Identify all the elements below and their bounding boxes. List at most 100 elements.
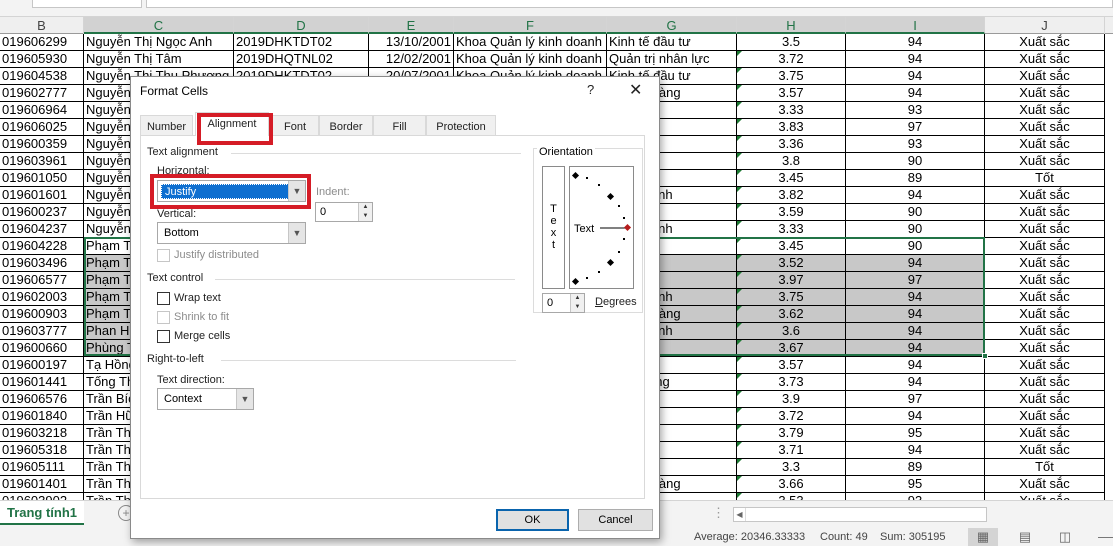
cell-i[interactable]: 95 <box>846 425 985 442</box>
cell-h[interactable]: 3.3 <box>737 459 846 476</box>
cell-j[interactable]: Xuất sắc <box>985 85 1105 102</box>
cell-i[interactable]: 94 <box>846 289 985 306</box>
cell-b[interactable]: 019603961 <box>0 153 84 170</box>
chevron-down-icon[interactable]: ▼ <box>236 389 253 409</box>
cell-j[interactable]: Xuất sắc <box>985 408 1105 425</box>
cell-h[interactable]: 3.9 <box>737 391 846 408</box>
cell-i[interactable]: 94 <box>846 340 985 357</box>
cancel-button[interactable]: Cancel <box>578 509 653 531</box>
cell-i[interactable]: 94 <box>846 442 985 459</box>
cell-i[interactable]: 89 <box>846 170 985 187</box>
cell-h[interactable]: 3.79 <box>737 425 846 442</box>
zoom-slider[interactable] <box>1098 537 1113 538</box>
cell-f[interactable]: Khoa Quản lý kinh doanh <box>454 51 607 68</box>
cell-b[interactable]: 019601401 <box>0 476 84 493</box>
cell-h[interactable]: 3.83 <box>737 119 846 136</box>
cell-h[interactable]: 3.45 <box>737 238 846 255</box>
ok-button[interactable]: OK <box>496 509 569 531</box>
cell-j[interactable]: Xuất sắc <box>985 272 1105 289</box>
cell-h[interactable]: 3.67 <box>737 340 846 357</box>
justify-distributed-checkbox[interactable] <box>157 249 170 262</box>
cell-b[interactable]: 019600359 <box>0 136 84 153</box>
cell-b[interactable]: 019600903 <box>0 306 84 323</box>
cell-b[interactable]: 019606964 <box>0 102 84 119</box>
cell-h[interactable]: 3.52 <box>737 255 846 272</box>
cell-j[interactable]: Xuất sắc <box>985 34 1105 51</box>
cell-j[interactable]: Xuất sắc <box>985 374 1105 391</box>
cell-j[interactable]: Xuất sắc <box>985 102 1105 119</box>
column-header-b[interactable]: B <box>0 17 84 34</box>
cell-j[interactable]: Xuất sắc <box>985 357 1105 374</box>
cell-b[interactable]: 019603902 <box>0 493 84 500</box>
cell-j[interactable]: Xuất sắc <box>985 493 1105 500</box>
cell-j[interactable]: Tốt <box>985 170 1105 187</box>
cell-i[interactable]: 94 <box>846 374 985 391</box>
cell-h[interactable]: 3.71 <box>737 442 846 459</box>
cell-h[interactable]: 3.8 <box>737 153 846 170</box>
cell-h[interactable]: 3.57 <box>737 85 846 102</box>
cell-d[interactable]: 2019DHQTNL02 <box>234 51 369 68</box>
cell-b[interactable]: 019605930 <box>0 51 84 68</box>
fill-handle[interactable] <box>982 353 988 359</box>
cell-j[interactable]: Xuất sắc <box>985 153 1105 170</box>
cell-j[interactable]: Xuất sắc <box>985 306 1105 323</box>
page-break-view-icon[interactable]: ◫ <box>1050 528 1080 546</box>
formula-input[interactable] <box>146 0 1113 8</box>
column-header-j[interactable]: J <box>985 17 1105 34</box>
cell-j[interactable]: Xuất sắc <box>985 187 1105 204</box>
cell-b[interactable]: 019605318 <box>0 442 84 459</box>
cell-i[interactable]: 90 <box>846 204 985 221</box>
cell-h[interactable]: 3.36 <box>737 136 846 153</box>
cell-j[interactable]: Xuất sắc <box>985 425 1105 442</box>
cell-i[interactable]: 94 <box>846 408 985 425</box>
cell-i[interactable]: 95 <box>846 476 985 493</box>
cell-i[interactable]: 90 <box>846 238 985 255</box>
cell-j[interactable]: Xuất sắc <box>985 289 1105 306</box>
cell-b[interactable]: 019602003 <box>0 289 84 306</box>
column-header-e[interactable]: E <box>369 17 454 34</box>
cell-i[interactable]: 94 <box>846 51 985 68</box>
vertical-text-button[interactable]: T e x t <box>542 166 565 289</box>
orientation-dial[interactable]: Text <box>569 166 634 289</box>
cell-i[interactable]: 94 <box>846 85 985 102</box>
vertical-select[interactable]: Bottom ▼ <box>157 222 306 244</box>
cell-h[interactable]: 3.75 <box>737 289 846 306</box>
cell-i[interactable]: 90 <box>846 221 985 238</box>
cell-b[interactable]: 019606025 <box>0 119 84 136</box>
cell-b[interactable]: 019605111 <box>0 459 84 476</box>
spin-arrows-icon[interactable]: ▲ ▼ <box>358 203 372 221</box>
cell-e[interactable]: 13/10/2001 <box>369 34 454 51</box>
cell-i[interactable]: 94 <box>846 357 985 374</box>
cell-i[interactable]: 97 <box>846 391 985 408</box>
cell-i[interactable]: 94 <box>846 306 985 323</box>
cell-j[interactable]: Xuất sắc <box>985 391 1105 408</box>
cell-b[interactable]: 019601441 <box>0 374 84 391</box>
indent-spinner[interactable]: 0 ▲ ▼ <box>315 202 373 222</box>
cell-i[interactable]: 94 <box>846 323 985 340</box>
cell-i[interactable]: 90 <box>846 153 985 170</box>
cell-h[interactable]: 3.5 <box>737 34 846 51</box>
cell-b[interactable]: 019601840 <box>0 408 84 425</box>
tab-border[interactable]: Border <box>319 115 373 135</box>
cell-i[interactable]: 94 <box>846 68 985 85</box>
cell-j[interactable]: Xuất sắc <box>985 119 1105 136</box>
cell-b[interactable]: 019600197 <box>0 357 84 374</box>
cell-i[interactable]: 93 <box>846 493 985 500</box>
cell-h[interactable]: 3.97 <box>737 272 846 289</box>
cell-i[interactable]: 93 <box>846 102 985 119</box>
close-icon[interactable]: ✕ <box>629 80 642 100</box>
cell-j[interactable]: Tốt <box>985 459 1105 476</box>
cell-b[interactable]: 019604237 <box>0 221 84 238</box>
normal-view-icon[interactable]: ▦ <box>968 528 998 546</box>
cell-b[interactable]: 019601601 <box>0 187 84 204</box>
degrees-spinner[interactable]: 0 ▲ ▼ <box>542 293 585 313</box>
cell-b[interactable]: 019600660 <box>0 340 84 357</box>
cell-i[interactable]: 89 <box>846 459 985 476</box>
text-direction-select[interactable]: Context ▼ <box>157 388 254 410</box>
cell-i[interactable]: 93 <box>846 136 985 153</box>
column-header-h[interactable]: H <box>737 17 846 34</box>
tab-fill[interactable]: Fill <box>373 115 426 135</box>
cell-j[interactable]: Xuất sắc <box>985 238 1105 255</box>
cell-h[interactable]: 3.57 <box>737 357 846 374</box>
cell-h[interactable]: 3.72 <box>737 51 846 68</box>
